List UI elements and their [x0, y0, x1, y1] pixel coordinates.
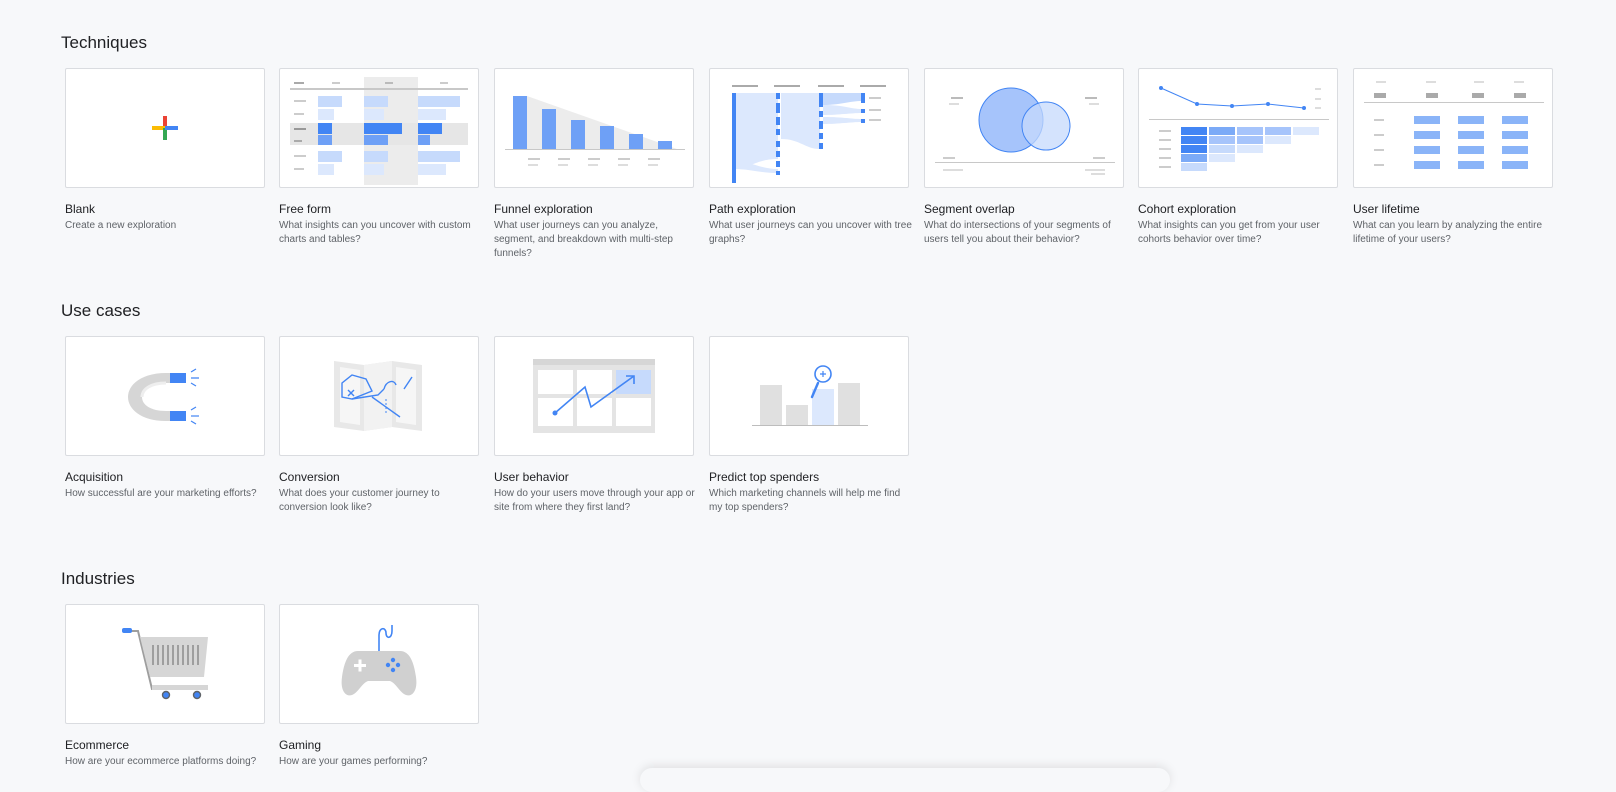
- funnel-chart-icon: [494, 68, 694, 188]
- card-description: Create a new exploration: [65, 220, 177, 231]
- card-description: Which marketing channels will help me fi…: [709, 488, 901, 513]
- shopping-cart-icon: [65, 604, 265, 724]
- card-funnel-exploration[interactable]: Funnel exploration What user journeys ca…: [494, 68, 696, 261]
- card-title: Cohort exploration: [1138, 202, 1237, 216]
- table-chart-icon: [279, 68, 479, 188]
- section-title-industries: Industries: [61, 569, 135, 588]
- card-title: Conversion: [279, 470, 340, 484]
- card-description: How successful are your marketing effort…: [65, 488, 257, 499]
- card-title: Segment overlap: [924, 202, 1015, 216]
- card-description: What insights can you uncover with custo…: [279, 220, 471, 245]
- card-title: Predict top spenders: [709, 470, 820, 484]
- card-description: How do your users move through your app …: [494, 488, 695, 513]
- plus-icon: [65, 68, 265, 188]
- card-user-behavior[interactable]: User behavior How do your users move thr…: [494, 336, 696, 515]
- card-path-exploration[interactable]: Path exploration What user journeys can …: [709, 68, 912, 247]
- card-title: Funnel exploration: [494, 202, 593, 216]
- card-acquisition[interactable]: Acquisition How successful are your mark…: [65, 336, 267, 501]
- venn-diagram-icon: [924, 68, 1124, 188]
- trend-arrow-icon: [494, 336, 694, 456]
- card-description: How are your ecommerce platforms doing?: [65, 756, 257, 767]
- card-segment-overlap[interactable]: Segment overlap What do intersections of…: [924, 68, 1126, 247]
- card-description: What user journeys can you uncover with …: [709, 220, 912, 245]
- section-title-use-cases: Use cases: [61, 301, 141, 320]
- card-title: Blank: [65, 202, 96, 216]
- card-title: User behavior: [494, 470, 569, 484]
- card-title: Gaming: [279, 738, 322, 752]
- card-title: Ecommerce: [65, 738, 130, 752]
- card-blank[interactable]: Blank Create a new exploration: [65, 68, 267, 233]
- cohort-grid-icon: [1138, 68, 1338, 188]
- card-conversion[interactable]: Conversion What does your customer journ…: [279, 336, 481, 515]
- card-free-form[interactable]: Free form What insights can you uncover …: [279, 68, 481, 247]
- map-icon: [279, 336, 479, 456]
- section-title-techniques: Techniques: [61, 33, 148, 52]
- card-title: Acquisition: [65, 470, 124, 484]
- card-title: User lifetime: [1353, 202, 1420, 216]
- card-ecommerce[interactable]: Ecommerce How are your ecommerce platfor…: [65, 604, 267, 769]
- card-description: How are your games performing?: [279, 756, 428, 767]
- card-description: What does your customer journey to conve…: [279, 488, 440, 513]
- gamepad-icon: [279, 604, 479, 724]
- card-description: What insights can you get from your user…: [1138, 220, 1320, 245]
- spender-bars-icon: [709, 336, 909, 456]
- lifetime-table-icon: [1353, 68, 1553, 188]
- card-description: What user journeys can you analyze, segm…: [494, 220, 673, 259]
- path-tree-icon: [709, 68, 909, 188]
- magnet-icon: [65, 336, 265, 456]
- bottom-panel-edge: [640, 768, 1170, 792]
- card-title: Free form: [279, 202, 332, 216]
- card-predict-top-spenders[interactable]: Predict top spenders Which marketing cha…: [709, 336, 911, 515]
- card-title: Path exploration: [709, 202, 796, 216]
- card-user-lifetime[interactable]: User lifetime What can you learn by anal…: [1353, 68, 1555, 247]
- card-description: What do intersections of your segments o…: [924, 220, 1111, 245]
- card-description: What can you learn by analyzing the enti…: [1353, 220, 1542, 245]
- card-cohort-exploration[interactable]: Cohort exploration What insights can you…: [1138, 68, 1340, 247]
- card-gaming[interactable]: Gaming How are your games performing?: [279, 604, 481, 769]
